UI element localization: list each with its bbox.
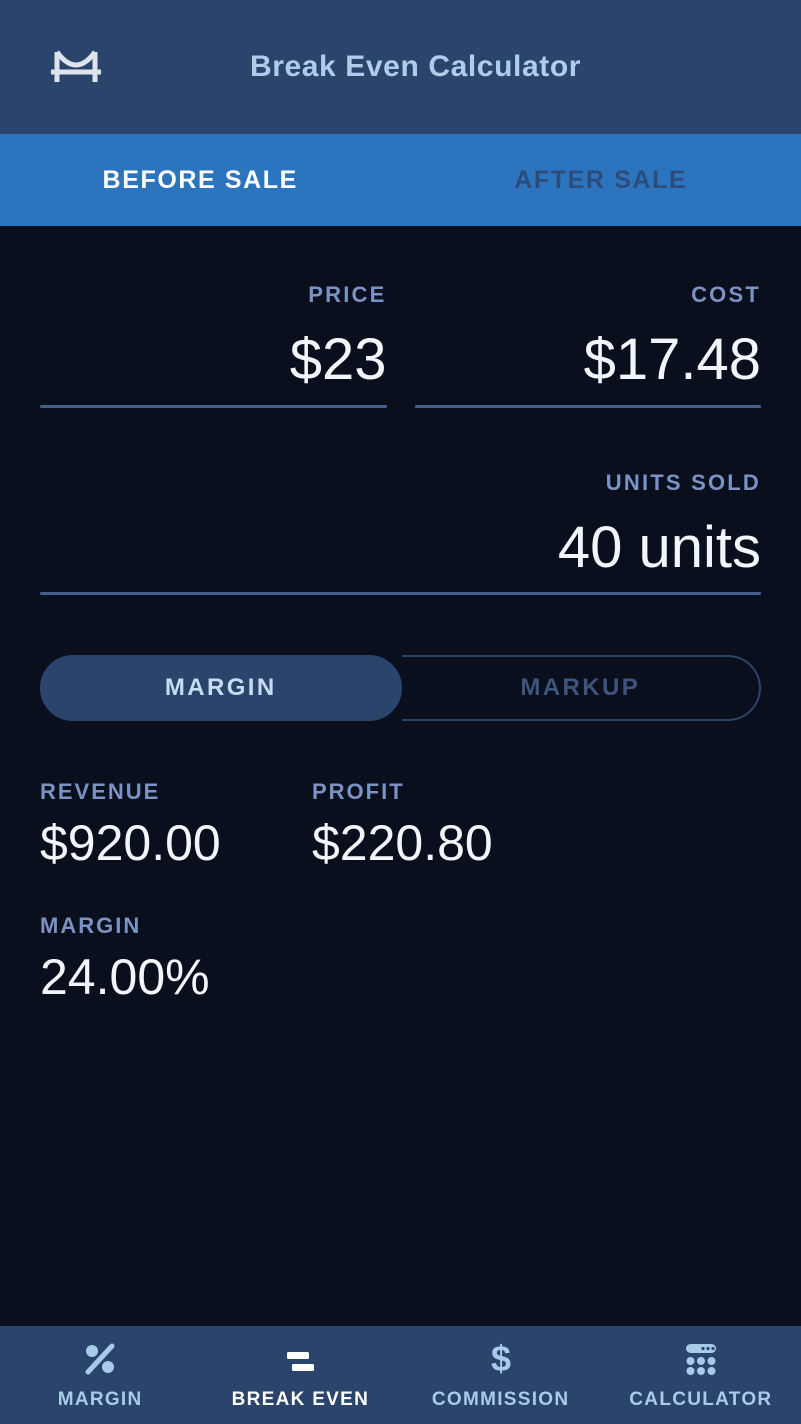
margin-result: MARGIN 24.00% [40, 913, 312, 1007]
results-row-primary: REVENUE $920.00 PROFIT $220.80 [40, 779, 761, 873]
margin-markup-toggle: MARGIN MARKUP [40, 655, 761, 721]
cost-field[interactable]: COST $17.48 [414, 282, 761, 408]
price-field[interactable]: PRICE $23 [40, 282, 387, 408]
sale-stage-tabs: BEFORE SALE AFTER SALE [0, 134, 801, 226]
cost-value[interactable]: $17.48 [415, 324, 761, 397]
units-sold-row: UNITS SOLD 40 units [40, 469, 761, 595]
cost-label: COST [691, 282, 761, 307]
nav-item-calculator[interactable]: CALCULATOR [601, 1326, 801, 1424]
nav-item-commission[interactable]: $ COMMISSION [401, 1326, 601, 1424]
results-row-secondary: MARGIN 24.00% [40, 913, 761, 1007]
price-value[interactable]: $23 [40, 324, 387, 397]
price-underline [40, 404, 387, 408]
calculator-icon [682, 1339, 720, 1379]
toggle-option-markup[interactable]: MARKUP [401, 655, 761, 721]
nav-label-margin: MARGIN [57, 1389, 143, 1410]
results-panel: REVENUE $920.00 PROFIT $220.80 MARGIN 24… [40, 779, 761, 1007]
app-header: Break Even Calculator [0, 0, 801, 134]
price-cost-row: PRICE $23 COST $17.48 [40, 282, 761, 408]
tab-after-sale[interactable]: AFTER SALE [401, 134, 801, 226]
units-sold-underline [40, 592, 761, 595]
equals-icon [281, 1339, 319, 1379]
units-sold-value[interactable]: 40 units [40, 512, 761, 585]
profit-label: PROFIT [312, 779, 405, 804]
units-sold-label: UNITS SOLD [605, 469, 761, 495]
revenue-result: REVENUE $920.00 [40, 779, 312, 873]
nav-item-margin[interactable]: MARGIN [0, 1326, 200, 1424]
tab-before-sale[interactable]: BEFORE SALE [0, 134, 401, 226]
units-sold-field[interactable]: UNITS SOLD 40 units [40, 469, 761, 595]
nav-label-calculator: CALCULATOR [629, 1389, 773, 1410]
nav-label-break-even: BREAK EVEN [231, 1389, 370, 1410]
margin-value: 24.00% [40, 949, 210, 1005]
price-label: PRICE [308, 282, 387, 307]
bottom-navigation: MARGIN BREAK EVEN $ COMMISSION CALCULATO… [0, 1326, 801, 1424]
profit-value: $220.80 [312, 815, 493, 871]
revenue-value: $920.00 [40, 815, 221, 871]
nav-label-commission: COMMISSION [431, 1389, 570, 1410]
margin-label: MARGIN [40, 913, 142, 938]
dollar-icon: $ [482, 1339, 520, 1379]
svg-text:$: $ [491, 1340, 511, 1378]
bridge-logo-icon [47, 38, 105, 96]
percent-icon [81, 1339, 119, 1379]
cost-underline [414, 404, 761, 408]
page-title: Break Even Calculator [249, 50, 582, 83]
nav-item-break-even[interactable]: BREAK EVEN [200, 1326, 400, 1424]
app-root: Break Even Calculator BEFORE SALE AFTER … [0, 0, 801, 1424]
toggle-option-margin[interactable]: MARGIN [40, 655, 402, 721]
profit-result: PROFIT $220.80 [312, 779, 493, 873]
main-content: PRICE $23 COST $17.48 UNITS SOLD 40 unit… [0, 226, 801, 1326]
revenue-label: REVENUE [40, 779, 161, 804]
